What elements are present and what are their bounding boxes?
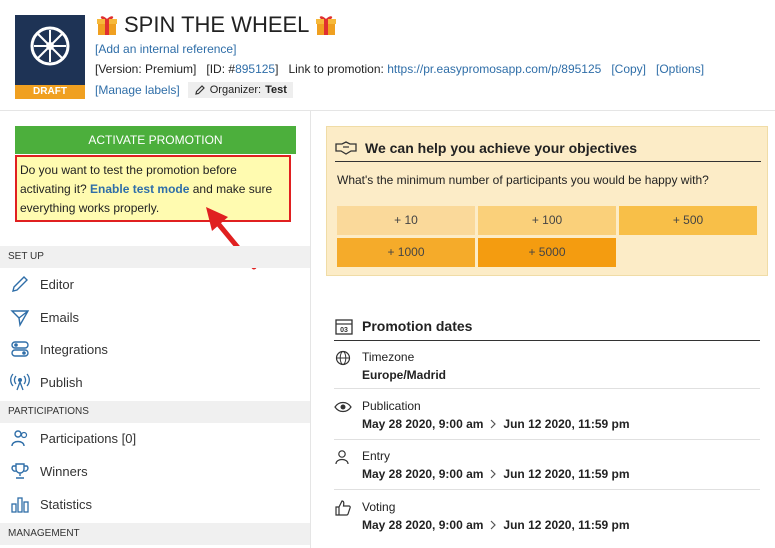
- add-reference-link[interactable]: [Add an internal reference]: [95, 42, 236, 56]
- publication-label: Publication: [362, 399, 421, 413]
- option-100-button[interactable]: + 100: [478, 206, 616, 235]
- globe-icon: [335, 350, 351, 366]
- chevron-right-icon: [490, 469, 497, 479]
- promotion-header: DRAFT SPIN THE WHEEL [Add an internal re…: [0, 0, 775, 111]
- option-1000-button[interactable]: + 1000: [337, 238, 475, 267]
- voting-start: May 28 2020, 9:00 am: [362, 518, 484, 532]
- publication-range: May 28 2020, 9:00 am Jun 12 2020, 11:59 …: [362, 417, 630, 431]
- nav-label: Publish: [40, 374, 83, 390]
- promotion-id-link[interactable]: 895125: [235, 62, 275, 76]
- options-link[interactable]: [Options]: [656, 62, 704, 76]
- nav-emails[interactable]: Emails: [10, 304, 79, 330]
- section-management: MANAGEMENT: [0, 523, 310, 545]
- nav-participations[interactable]: Participations [0]: [10, 425, 136, 451]
- status-badge: DRAFT: [15, 85, 85, 99]
- user-icon: [335, 450, 349, 465]
- chevron-right-icon: [490, 419, 497, 429]
- calendar-icon: 03: [335, 319, 353, 335]
- nav-publish[interactable]: Publish: [10, 369, 83, 395]
- version-info: [Version: Premium]: [95, 62, 197, 76]
- entry-range: May 28 2020, 9:00 am Jun 12 2020, 11:59 …: [362, 467, 630, 481]
- promotion-id: [ID: #895125]: [206, 62, 279, 76]
- pencil-icon: [194, 85, 205, 95]
- promotion-url[interactable]: https://pr.easypromosapp.com/p/895125: [387, 62, 601, 76]
- timezone-row: Timezone Europe/Madrid: [334, 350, 760, 389]
- activate-promotion-button[interactable]: ACTIVATE PROMOTION: [15, 126, 296, 154]
- voting-row: Voting May 28 2020, 9:00 am Jun 12 2020,…: [334, 500, 760, 540]
- voting-range: May 28 2020, 9:00 am Jun 12 2020, 11:59 …: [362, 518, 630, 532]
- enable-test-mode-link[interactable]: Enable test mode: [90, 182, 189, 196]
- nav-label: Editor: [40, 276, 74, 292]
- promotion-dates-title: 03 Promotion dates: [334, 312, 760, 341]
- gift-icon: [315, 14, 337, 36]
- promotion-logo[interactable]: DRAFT: [15, 15, 85, 99]
- entry-end: Jun 12 2020, 11:59 pm: [503, 467, 630, 481]
- gift-icon: [96, 14, 118, 36]
- pencil-icon: [12, 276, 28, 292]
- objectives-panel: We can help you achieve your objectives …: [326, 126, 768, 276]
- chevron-right-icon: [490, 520, 497, 530]
- organizer-value: Test: [265, 84, 287, 96]
- entry-label: Entry: [362, 449, 391, 463]
- timezone-value: Europe/Madrid: [362, 368, 447, 382]
- entry-start: May 28 2020, 9:00 am: [362, 467, 484, 481]
- nav-editor[interactable]: Editor: [10, 271, 74, 297]
- toggles-icon: [11, 341, 29, 357]
- voting-label: Voting: [362, 500, 396, 514]
- broadcast-icon: [10, 373, 30, 391]
- publication-row: Publication May 28 2020, 9:00 am Jun 12 …: [334, 399, 760, 440]
- objectives-title: We can help you achieve your objectives: [335, 135, 761, 162]
- svg-text:03: 03: [340, 327, 348, 334]
- nav-label: Emails: [40, 309, 80, 325]
- bar-chart-icon: [11, 497, 29, 513]
- entry-row: Entry May 28 2020, 9:00 am Jun 12 2020, …: [334, 449, 760, 490]
- voting-end: Jun 12 2020, 11:59 pm: [503, 518, 630, 532]
- publication-end: Jun 12 2020, 11:59 pm: [503, 417, 630, 431]
- title-text: SPIN THE WHEEL: [124, 12, 310, 37]
- section-participations: PARTICIPATIONS: [0, 401, 310, 423]
- nav-integrations[interactable]: Integrations: [10, 336, 108, 362]
- trophy-icon: [11, 463, 29, 479]
- nav-label: Statistics: [40, 496, 93, 512]
- organizer-tag[interactable]: Organizer: Test: [187, 82, 293, 98]
- handshake-icon: [335, 141, 357, 155]
- timezone-label: Timezone: [362, 350, 415, 364]
- promotion-link: Link to promotion: https://pr.easypromos…: [288, 62, 602, 76]
- section-setup: SET UP: [0, 246, 310, 268]
- copy-link[interactable]: [Copy]: [611, 62, 646, 76]
- nav-statistics[interactable]: Statistics: [10, 491, 92, 517]
- nav-label: Participations [0]: [40, 430, 137, 446]
- objectives-question: What's the minimum number of participant…: [337, 173, 709, 187]
- option-500-button[interactable]: + 500: [619, 206, 757, 235]
- page-title: SPIN THE WHEEL: [96, 12, 337, 38]
- eye-icon: [334, 401, 352, 413]
- publication-start: May 28 2020, 9:00 am: [362, 417, 484, 431]
- users-icon: [11, 430, 28, 447]
- wheel-icon: [30, 26, 70, 66]
- nav-winners[interactable]: Winners: [10, 458, 88, 484]
- option-5000-button[interactable]: + 5000: [478, 238, 616, 267]
- nav-label: Winners: [40, 463, 88, 479]
- manage-labels-link[interactable]: [Manage labels]: [95, 83, 180, 97]
- left-sidebar: ACTIVATE PROMOTION Do you want to test t…: [0, 111, 311, 548]
- thumbs-up-icon: [335, 500, 351, 516]
- option-10-button[interactable]: + 10: [337, 206, 475, 235]
- organizer-label: Organizer:: [209, 84, 262, 96]
- send-icon: [10, 310, 30, 327]
- nav-label: Integrations: [40, 341, 108, 357]
